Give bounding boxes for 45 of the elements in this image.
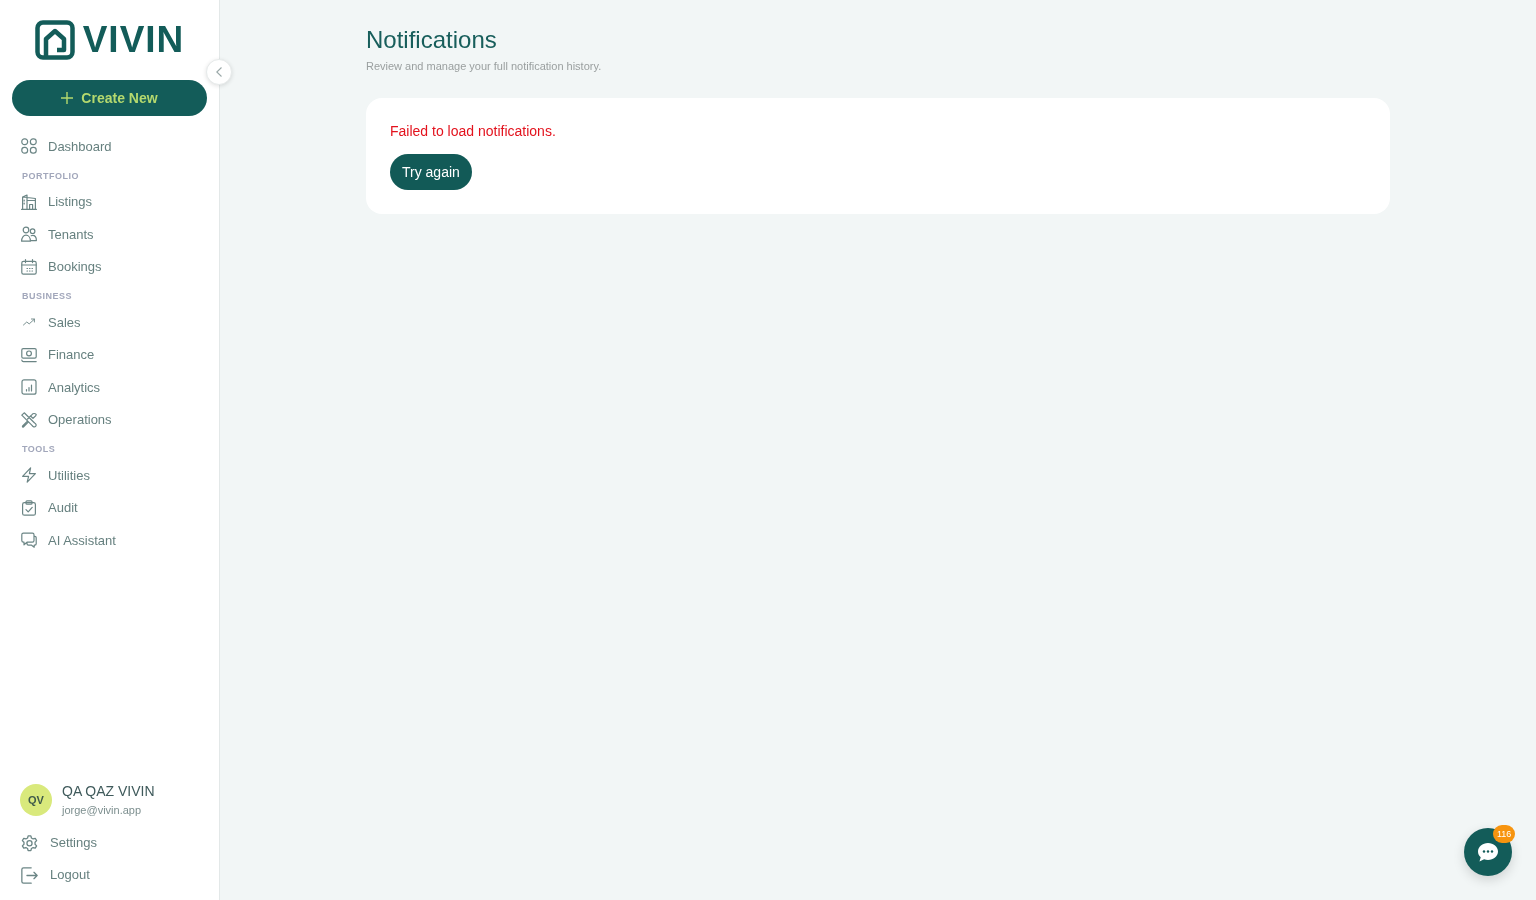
page-subtitle: Review and manage your full notification history. xyxy=(366,59,602,73)
section-heading: BUSINESS xyxy=(22,290,72,304)
nav-item[interactable]: Tenants xyxy=(21,218,94,251)
user-avatar: QV xyxy=(20,784,52,816)
nav-item[interactable]: Operations xyxy=(21,403,112,436)
user-name: QA QAZ VIVIN xyxy=(62,782,155,800)
logout-icon xyxy=(21,866,38,884)
section-heading: TOOLS xyxy=(22,443,56,457)
nav-item[interactable]: Utilities xyxy=(21,459,90,492)
chat-bubbles-icon xyxy=(21,532,37,549)
create-new-button[interactable]: Create New xyxy=(12,80,207,116)
house-logo-icon xyxy=(34,20,75,60)
nav-item[interactable]: Audit xyxy=(21,491,78,524)
clipboard-check-icon xyxy=(21,499,37,516)
user-email: jorge@vivin.app xyxy=(62,803,143,818)
chat-button[interactable]: 116 xyxy=(1464,828,1512,876)
count-badge: 116 xyxy=(1493,825,1516,843)
sidebar-link[interactable]: Logout xyxy=(21,859,90,891)
sidebar-link[interactable]: Settings xyxy=(21,827,97,859)
nav-item[interactable]: Dashboard xyxy=(21,130,112,163)
bar-chart-icon xyxy=(21,379,37,396)
nav-item[interactable]: Analytics xyxy=(21,371,101,404)
logo-text: VIVIN xyxy=(82,20,185,60)
people-icon xyxy=(21,226,37,243)
nav-item[interactable]: Finance xyxy=(21,338,95,371)
grid-icon xyxy=(21,138,37,155)
chevron-left-icon xyxy=(216,67,222,77)
section-heading: PORTFOLIO xyxy=(22,169,79,183)
banknote-icon xyxy=(21,346,37,363)
building-icon xyxy=(21,193,37,210)
nav-item[interactable]: Sales xyxy=(21,306,81,339)
plus-icon xyxy=(61,92,74,104)
page-title: Notifications xyxy=(366,25,497,55)
trend-up-icon xyxy=(21,316,37,329)
collapse-button[interactable] xyxy=(206,59,232,85)
calendar-icon xyxy=(21,258,37,275)
chat-icon xyxy=(1478,842,1498,862)
settings-icon xyxy=(21,834,38,852)
tools-icon xyxy=(21,411,37,428)
nav-item[interactable]: Listings xyxy=(21,185,93,218)
nav-item[interactable]: AI Assistant xyxy=(21,524,116,557)
try-again-button[interactable]: Try again xyxy=(390,154,472,190)
lightning-icon xyxy=(21,467,37,484)
nav-item[interactable]: Bookings xyxy=(21,250,102,283)
error-message: Failed to load notifications. xyxy=(390,122,556,141)
